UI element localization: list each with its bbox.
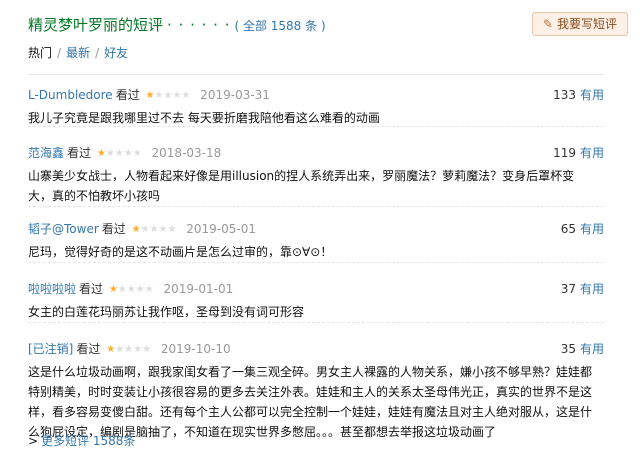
- star-filled-icon: ★: [145, 90, 155, 101]
- star-filled-icon: ★: [108, 284, 118, 295]
- rating-stars: ★★★★★: [132, 221, 177, 239]
- review-text: 这是什么垃圾动画啊，跟我家闺女看了一集三观全碎。男女主人裸露的人物关系，嫌小孩不…: [28, 365, 593, 439]
- comments-page: 精灵梦叶罗丽的短评 · · · · · ·( 全部 1588 条 ) ✎ 我要写短评…: [0, 0, 640, 458]
- review-header: 范海鑫 看过 ★★★★★ 2018-03-18 119 有用: [28, 144, 604, 162]
- star-empty-icon: ★: [181, 90, 191, 101]
- write-review-button[interactable]: ✎ 我要写短评: [531, 12, 628, 36]
- star-empty-icon: ★: [133, 344, 143, 355]
- review-item: [已注销] 看过 ★★★★★ 2019-10-10 35 有用 这是什么垃圾动画啊，…: [28, 340, 604, 439]
- watched-label: 看过: [115, 88, 140, 102]
- more-comments-label: 更多短评 1588条: [41, 434, 136, 448]
- rating-stars: ★★★★★: [109, 281, 154, 299]
- vote-area: 65 有用: [561, 220, 604, 238]
- star-filled-icon: ★: [106, 344, 116, 355]
- watched-label: 看过: [79, 282, 104, 296]
- useful-button[interactable]: 有用: [580, 88, 604, 102]
- review-header: 啦啦啦啦 看过 ★★★★★ 2019-01-01 37 有用: [28, 280, 604, 298]
- star-empty-icon: ★: [135, 284, 145, 295]
- review-header: 韬子@Tower 看过 ★★★★★ 2019-05-01 65 有用: [28, 220, 604, 238]
- review-item: 韬子@Tower 看过 ★★★★★ 2019-05-01 65 有用 尼玛，觉得好奇…: [28, 220, 604, 263]
- filter-separator: /: [95, 46, 100, 60]
- review-username[interactable]: [已注销]: [28, 342, 73, 356]
- review-date: 2019-01-01: [163, 282, 234, 296]
- filter-separator: /: [57, 46, 62, 60]
- vote-count: 133: [553, 88, 576, 102]
- useful-button[interactable]: 有用: [580, 222, 604, 236]
- write-review-label: 我要写短评: [556, 17, 617, 31]
- star-empty-icon: ★: [105, 148, 115, 159]
- review-text: 我儿子究竟是跟我哪里过不去 每天要折磨我陪他看这么难看的动画: [28, 111, 380, 125]
- filter-friends[interactable]: 好友: [104, 46, 128, 60]
- vote-area: 35 有用: [561, 340, 604, 358]
- review-username[interactable]: 范海鑫: [28, 146, 64, 160]
- review-date: 2019-10-10: [160, 342, 231, 356]
- title-text: 精灵梦叶罗丽的短评: [28, 16, 164, 34]
- watched-label: 看过: [101, 222, 126, 236]
- review-username[interactable]: 韬子@Tower: [28, 222, 99, 236]
- star-empty-icon: ★: [140, 224, 150, 235]
- star-empty-icon: ★: [115, 344, 125, 355]
- review-date: 2019-03-31: [200, 88, 270, 102]
- pencil-icon: ✎: [542, 17, 553, 31]
- review-header: [已注销] 看过 ★★★★★ 2019-10-10 35 有用: [28, 340, 604, 358]
- review-item: 啦啦啦啦 看过 ★★★★★ 2019-01-01 37 有用 女主的白莲花玛丽苏让我…: [28, 280, 604, 323]
- review-text: 女主的白莲花玛丽苏让我作呕，圣母到没有词可形容: [28, 305, 305, 319]
- filter-latest[interactable]: 最新: [66, 46, 90, 60]
- sort-filters: 热门 / 最新 / 好友: [28, 44, 128, 61]
- rating-stars: ★★★★★: [97, 145, 142, 163]
- watched-label: 看过: [76, 342, 101, 356]
- rating-stars: ★★★★★: [106, 341, 151, 359]
- vote-area: 133 有用: [553, 86, 604, 104]
- star-filled-icon: ★: [131, 224, 141, 235]
- review-username[interactable]: 啦啦啦啦: [28, 282, 76, 296]
- vote-count: 37: [560, 282, 576, 296]
- vote-area: 119 有用: [553, 144, 604, 162]
- star-empty-icon: ★: [142, 344, 152, 355]
- star-empty-icon: ★: [167, 224, 177, 235]
- comments-header: 精灵梦叶罗丽的短评 · · · · · ·( 全部 1588 条 ) ✎ 我要写短评: [28, 12, 628, 36]
- review-text: 山寨美少女战士，人物看起来好像是用illusion的捏人系统弄出来，罗丽魔法？萝…: [28, 169, 575, 203]
- vote-area: 37 有用: [561, 280, 604, 298]
- star-filled-icon: ★: [96, 148, 106, 159]
- star-empty-icon: ★: [123, 148, 133, 159]
- review-date: 2018-03-18: [151, 146, 222, 160]
- more-comments-link[interactable]: > 更多短评 1588条: [28, 432, 135, 449]
- star-empty-icon: ★: [132, 148, 142, 159]
- vote-count: 65: [560, 222, 576, 236]
- star-empty-icon: ★: [144, 284, 154, 295]
- review-item: L-Dumbledore 看过 ★★★★★ 2019-03-31 133 有用 我儿…: [28, 86, 604, 127]
- watched-label: 看过: [67, 146, 92, 160]
- review-header: L-Dumbledore 看过 ★★★★★ 2019-03-31 133 有用: [28, 86, 604, 104]
- star-empty-icon: ★: [126, 284, 136, 295]
- star-empty-icon: ★: [124, 344, 134, 355]
- rating-stars: ★★★★★: [146, 87, 191, 105]
- star-empty-icon: ★: [114, 148, 124, 159]
- useful-button[interactable]: 有用: [580, 282, 604, 296]
- all-comments-link[interactable]: ( 全部 1588 条 ): [234, 19, 325, 33]
- star-empty-icon: ★: [117, 284, 127, 295]
- divider: [28, 74, 604, 75]
- review-username[interactable]: L-Dumbledore: [28, 88, 113, 102]
- chevron-right-icon: >: [28, 434, 39, 448]
- star-empty-icon: ★: [149, 224, 159, 235]
- useful-button[interactable]: 有用: [580, 342, 604, 356]
- vote-count: 35: [560, 342, 576, 356]
- vote-count: 119: [553, 146, 576, 160]
- filter-hot: 热门: [28, 46, 53, 60]
- review-text: 尼玛，觉得好奇的是这不动画片是怎么过审的，靠⊙∀⊙！: [28, 245, 333, 259]
- review-date: 2019-05-01: [186, 222, 257, 236]
- section-title: 精灵梦叶罗丽的短评 · · · · · ·( 全部 1588 条 ): [28, 14, 326, 35]
- useful-button[interactable]: 有用: [580, 146, 604, 160]
- review-item: 范海鑫 看过 ★★★★★ 2018-03-18 119 有用 山寨美少女战士，人物看…: [28, 144, 604, 207]
- title-dots: · · · · · ·: [167, 16, 231, 34]
